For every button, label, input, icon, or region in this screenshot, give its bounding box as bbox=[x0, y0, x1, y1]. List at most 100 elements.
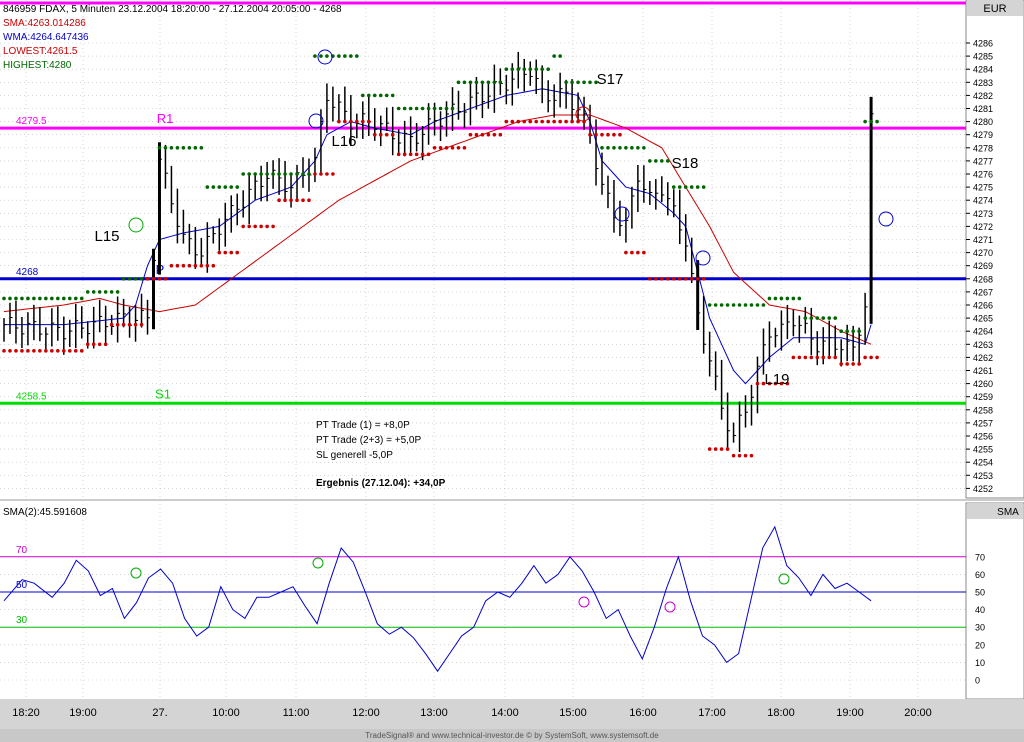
lowest-dot bbox=[307, 198, 311, 202]
lowest-dot bbox=[199, 263, 204, 268]
highest-dot bbox=[462, 80, 467, 85]
highest-dot bbox=[169, 146, 174, 150]
highest-dot bbox=[271, 172, 275, 176]
lowest-dot bbox=[654, 277, 658, 281]
lowest-dot bbox=[211, 263, 216, 268]
osc-tick-label: 30 bbox=[975, 623, 985, 633]
lowest-dot bbox=[103, 342, 108, 347]
price-tick-label: 4281 bbox=[973, 104, 993, 114]
highest-dot bbox=[283, 172, 287, 176]
lowest-dot bbox=[570, 119, 574, 124]
highest-dot bbox=[767, 296, 772, 301]
highest-dot bbox=[109, 290, 114, 294]
lowest-dot bbox=[331, 172, 335, 176]
signal-label-l19: L19 bbox=[764, 371, 789, 388]
lowest-dot bbox=[402, 152, 407, 157]
lowest-dot bbox=[528, 119, 533, 124]
highest-dot bbox=[313, 54, 317, 58]
signal-label-s18: S18 bbox=[672, 155, 699, 172]
highest-dot bbox=[534, 67, 539, 71]
highest-dot bbox=[612, 146, 616, 150]
highest-dot bbox=[857, 329, 861, 334]
lowest-dot bbox=[205, 263, 210, 268]
highest-dot bbox=[761, 303, 766, 307]
price-tick-label: 4257 bbox=[973, 418, 993, 428]
osc-panel-label: SMA bbox=[997, 507, 1019, 518]
lowest-dot bbox=[737, 453, 742, 458]
highest-dot bbox=[827, 316, 832, 320]
lowest-dot bbox=[115, 322, 120, 327]
highest-dot bbox=[85, 290, 90, 294]
level-value-s1: 4258.5 bbox=[16, 391, 47, 402]
lowest-dot bbox=[731, 453, 736, 458]
highest-dot bbox=[570, 80, 574, 85]
highest-dot bbox=[235, 185, 240, 189]
time-tick-label: 14:00 bbox=[491, 707, 519, 719]
signal-label-l15: L15 bbox=[94, 228, 119, 245]
footer-credit: TradeSignal® and www.technical-investor.… bbox=[0, 729, 1024, 742]
highest-dot bbox=[121, 277, 126, 281]
highest-dot bbox=[20, 296, 24, 301]
highest-dot bbox=[414, 106, 419, 111]
lowest-dot bbox=[803, 355, 808, 360]
highest-dot bbox=[390, 93, 395, 98]
price-tick-label: 4254 bbox=[973, 458, 993, 468]
level-value-p: 4268 bbox=[16, 267, 39, 278]
highest-dot bbox=[498, 80, 503, 85]
highest-dot bbox=[851, 329, 855, 334]
price-tick-label: 4253 bbox=[973, 471, 993, 481]
highest-dot bbox=[91, 290, 96, 294]
lowest-dot bbox=[713, 447, 718, 451]
highest-dot bbox=[402, 106, 407, 111]
lowest-dot bbox=[384, 132, 389, 137]
lowest-dot bbox=[223, 250, 228, 255]
lowest-dot bbox=[546, 119, 550, 124]
lowest-dot bbox=[665, 277, 670, 281]
lowest-dot bbox=[343, 119, 347, 124]
highest-dot bbox=[181, 146, 186, 150]
lowest-dot bbox=[671, 277, 676, 281]
osc-axis-bg bbox=[965, 502, 1024, 700]
time-tick-label: 11:00 bbox=[283, 707, 310, 719]
time-tick-label: 27. bbox=[152, 707, 167, 719]
highest-dot bbox=[689, 185, 694, 189]
highest-dot bbox=[337, 54, 341, 58]
signal-circle bbox=[128, 217, 144, 233]
lowest-dot bbox=[540, 119, 544, 124]
price-tick-label: 4286 bbox=[973, 39, 993, 49]
highest-dot bbox=[253, 172, 257, 176]
lowest-dot bbox=[833, 355, 838, 360]
lowest-dot bbox=[869, 355, 873, 360]
highest-dot bbox=[259, 172, 263, 176]
highest-dot bbox=[223, 185, 228, 189]
highest-dot bbox=[79, 296, 84, 301]
highest-dot bbox=[319, 54, 323, 58]
highest-dot bbox=[815, 316, 820, 320]
lowest-readout: LOWEST:4261.5 bbox=[3, 46, 78, 57]
lowest-dot bbox=[259, 224, 263, 229]
lowest-dot bbox=[271, 224, 275, 229]
highest-dot bbox=[139, 277, 144, 281]
osc-tick-label: 40 bbox=[975, 605, 985, 615]
highest-dot bbox=[8, 296, 12, 301]
lowest-dot bbox=[372, 132, 377, 137]
highest-dot bbox=[707, 303, 712, 307]
lowest-dot bbox=[648, 277, 652, 281]
highest-dot bbox=[755, 303, 760, 307]
signal-label-l16: L16 bbox=[331, 133, 356, 150]
lowest-dot bbox=[552, 119, 556, 124]
lowest-dot bbox=[689, 277, 694, 281]
currency-label: EUR bbox=[983, 3, 1006, 15]
lowest-dot bbox=[85, 342, 90, 347]
lowest-dot bbox=[480, 132, 485, 137]
lowest-dot bbox=[163, 277, 168, 281]
lowest-dot bbox=[396, 152, 401, 157]
highest-dot bbox=[396, 106, 401, 111]
highest-dot bbox=[62, 296, 66, 301]
lowest-dot bbox=[253, 224, 257, 229]
lowest-dot bbox=[301, 198, 305, 202]
highest-dot bbox=[199, 146, 204, 150]
lowest-dot bbox=[564, 119, 568, 124]
lowest-dot bbox=[127, 322, 132, 327]
lowest-dot bbox=[426, 152, 431, 157]
